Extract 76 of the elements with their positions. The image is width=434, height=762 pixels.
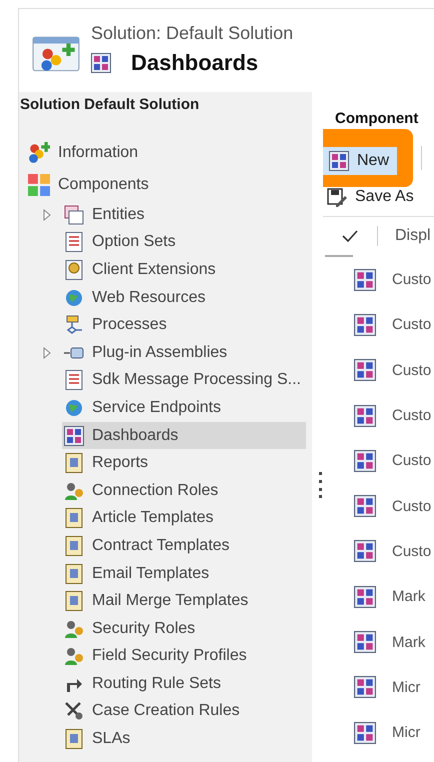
dashboard-icon <box>354 404 376 427</box>
table-cell: Mark <box>392 634 426 651</box>
table-cell: Custo <box>392 542 432 560</box>
nav-item[interactable]: Service Endpoints <box>62 394 306 422</box>
page-title: Dashboards <box>131 50 258 76</box>
floppy-pencil-icon <box>327 187 347 207</box>
flowchart-icon <box>64 315 84 336</box>
nav-item[interactable]: Dashboards <box>62 422 306 450</box>
table-cell: Custo <box>392 316 432 334</box>
nav-item[interactable]: Client Extensions <box>62 256 306 284</box>
nav-item[interactable]: Email Templates <box>62 560 306 588</box>
dashboard-icon <box>354 540 376 562</box>
nav-item[interactable]: Processes <box>62 311 306 339</box>
dashboard-icon <box>354 722 376 744</box>
people-icon <box>64 646 84 666</box>
table-cell: Mark <box>392 588 426 606</box>
section-title: Component <box>335 110 420 127</box>
nav-item[interactable]: Web Resources <box>62 284 306 312</box>
document-icon <box>64 591 84 612</box>
table-cell: Micr <box>392 724 420 742</box>
dashboard-icon <box>64 426 84 446</box>
nav-item[interactable]: Option Sets <box>62 228 306 256</box>
people-icon <box>64 618 84 639</box>
table-cell: Custo <box>392 271 432 288</box>
globe-icon <box>64 288 84 308</box>
nav-item[interactable]: Mail Merge Templates <box>62 587 306 615</box>
document-icon <box>64 564 84 584</box>
globe-icon <box>64 398 84 418</box>
dashboard-icon <box>354 268 376 291</box>
nav-item[interactable]: Field Security Profiles <box>62 642 306 670</box>
dashboard-icon <box>354 495 376 518</box>
splitter-handle[interactable] <box>319 472 323 498</box>
dashboard-icon <box>354 359 376 382</box>
people-icon <box>64 480 84 501</box>
list-icon <box>64 232 84 252</box>
nav-item[interactable]: Connection Roles <box>62 476 306 505</box>
table-cell: Custo <box>392 452 432 470</box>
table-cell: Custo <box>392 407 432 424</box>
solution-title: Solution: Default Solution <box>91 22 294 45</box>
nav-item[interactable]: Entities <box>62 201 306 229</box>
new-button[interactable]: New <box>323 147 398 175</box>
save-as-button[interactable]: Save As <box>323 186 418 208</box>
nav-item[interactable]: SLAs <box>62 725 306 753</box>
expand-icon[interactable] <box>42 346 52 359</box>
dashboard-icon <box>354 631 376 654</box>
nav-item[interactable]: Routing Rule Sets <box>62 670 306 698</box>
column-header[interactable]: Displ <box>395 227 431 245</box>
window-stack-icon <box>64 204 84 225</box>
table-cell: Custo <box>392 498 432 515</box>
nav-item[interactable]: Components <box>20 169 149 201</box>
cubes-icon <box>28 142 50 164</box>
checkmark-icon[interactable] <box>342 230 358 242</box>
dashboard-icon <box>354 676 376 698</box>
nav-item[interactable]: Article Templates <box>62 504 306 532</box>
table-cell: Custo <box>392 362 432 379</box>
sidebar-heading: Solution Default Solution <box>20 96 200 113</box>
dashboard-icon <box>329 151 349 171</box>
nav-item[interactable]: Reports <box>62 449 306 477</box>
document-icon <box>64 508 84 528</box>
tiles-icon <box>28 174 50 196</box>
dashboard-icon <box>354 450 376 472</box>
nav-item[interactable]: Plug-in Assemblies <box>62 338 306 367</box>
document-icon <box>64 729 84 750</box>
nav-item[interactable]: Security Roles <box>62 614 306 642</box>
nav-item[interactable]: Sdk Message Processing S... <box>62 366 306 394</box>
document-icon <box>64 536 84 556</box>
nav-item[interactable]: Information <box>20 137 138 169</box>
dashboard-icon <box>91 53 111 73</box>
table-cell: Micr <box>392 678 420 696</box>
nav-item[interactable]: Contract Templates <box>62 532 306 560</box>
dashboard-icon <box>354 586 376 608</box>
nav-item[interactable]: Case Creation Rules <box>62 698 306 726</box>
list-icon <box>64 370 84 390</box>
dashboard-icon <box>354 314 376 336</box>
document-icon <box>64 453 84 474</box>
expand-icon[interactable] <box>42 208 52 221</box>
